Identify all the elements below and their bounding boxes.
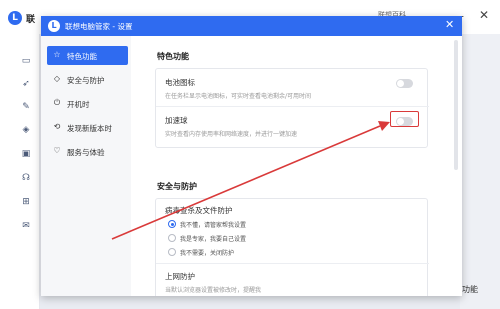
- radio-button[interactable]: [168, 248, 176, 256]
- close-icon[interactable]: ✕: [479, 8, 489, 22]
- accel-ball-title: 加速球: [165, 116, 188, 125]
- content-scrollbar[interactable]: [454, 40, 458, 170]
- headset-icon[interactable]: ☊: [20, 173, 32, 183]
- section-title-featured: 特色功能: [157, 52, 189, 61]
- nav-item-label: 开机时: [67, 100, 90, 109]
- dialog-title: 联想电脑管家 - 设置: [65, 22, 133, 31]
- radio-button[interactable]: [168, 234, 176, 242]
- radio-label: 我是专家，我要自己设置: [180, 236, 247, 243]
- nav-item-label: 安全与防护: [67, 76, 105, 85]
- radio-label: 我不懂，请管家帮我设置: [180, 222, 247, 229]
- nav-item-label: 发现新版本时: [67, 124, 112, 133]
- radio-label: 我不需要，关闭防护: [180, 250, 235, 257]
- shield-icon[interactable]: ◈: [20, 125, 32, 135]
- battery-icon-toggle[interactable]: [396, 79, 413, 88]
- background-feature-text: 功能: [462, 285, 478, 294]
- nav-item-new-version[interactable]: ⟲ 发现新版本时: [47, 118, 128, 137]
- nav-item-startup[interactable]: ⏻ 开机时: [47, 94, 128, 113]
- card-divider: [156, 106, 429, 107]
- dialog-title-bar[interactable]: L 联想电脑管家 - 设置 ✕: [41, 16, 462, 36]
- nav-item-security[interactable]: ◇ 安全与防护: [47, 70, 128, 89]
- settings-dialog: L 联想电脑管家 - 设置 ✕ ☆ 特色功能 ◇ 安全与防护 ⏻ 开机时 ⟲ 发…: [41, 16, 462, 296]
- battery-icon-title: 电池图标: [165, 78, 195, 87]
- nav-item-label: 特色功能: [67, 52, 97, 61]
- radio-button[interactable]: [168, 220, 176, 228]
- app-logo-icon: L: [8, 11, 22, 25]
- nav-item-featured[interactable]: ☆ 特色功能: [47, 46, 128, 65]
- settings-nav: ☆ 特色功能 ◇ 安全与防护 ⏻ 开机时 ⟲ 发现新版本时 ♡ 服务与体验: [41, 36, 131, 296]
- shield-icon: ◇: [53, 74, 61, 83]
- background-sidebar: ▭ ➶ ✎ ◈ ▣ ☊ ⊞ ✉: [0, 34, 40, 309]
- nav-item-label: 服务与体验: [67, 148, 105, 157]
- virus-protection-title: 病毒查杀及文件防护: [165, 206, 233, 215]
- power-icon: ⏻: [53, 98, 61, 107]
- featured-card: 电池图标 在任务栏显示电池图标，可实时查看电池剩余/可用时间 加速球 实时查看内…: [155, 68, 429, 148]
- brush-icon[interactable]: ✎: [20, 102, 32, 112]
- security-card: 病毒查杀及文件防护 我不懂，请管家帮我设置 我是专家，我要自己设置 我不需要，关…: [155, 198, 429, 296]
- app-name: 联: [26, 15, 36, 25]
- laptop-icon[interactable]: ▭: [20, 56, 32, 66]
- tools-icon[interactable]: ▣: [20, 149, 32, 159]
- briefcase-icon[interactable]: ⊞: [20, 197, 32, 207]
- web-protection-desc: 当默认浏览器设置被修改时，提醒我: [165, 287, 262, 294]
- mail-icon[interactable]: ✉: [20, 221, 32, 231]
- battery-icon-desc: 在任务栏显示电池图标，可实时查看电池剩余/可用时间: [165, 93, 312, 100]
- card-divider: [156, 263, 429, 264]
- dialog-close-icon[interactable]: ✕: [445, 19, 454, 31]
- settings-content: 特色功能 电池图标 在任务栏显示电池图标，可实时查看电池剩余/可用时间 加速球 …: [131, 36, 462, 296]
- heart-icon: ♡: [53, 146, 61, 155]
- accel-ball-desc: 实时查看内存使用率和网络速度，并进行一键加速: [165, 131, 298, 138]
- nav-item-service[interactable]: ♡ 服务与体验: [47, 142, 128, 161]
- update-icon: ⟲: [53, 122, 61, 131]
- rocket-icon[interactable]: ➶: [20, 79, 32, 89]
- web-protection-title: 上网防护: [165, 272, 195, 281]
- highlight-annotation: [390, 111, 419, 127]
- background-panel: [40, 294, 460, 309]
- dialog-logo-icon: L: [48, 20, 60, 32]
- section-title-security: 安全与防护: [157, 182, 197, 191]
- star-icon: ☆: [53, 50, 61, 59]
